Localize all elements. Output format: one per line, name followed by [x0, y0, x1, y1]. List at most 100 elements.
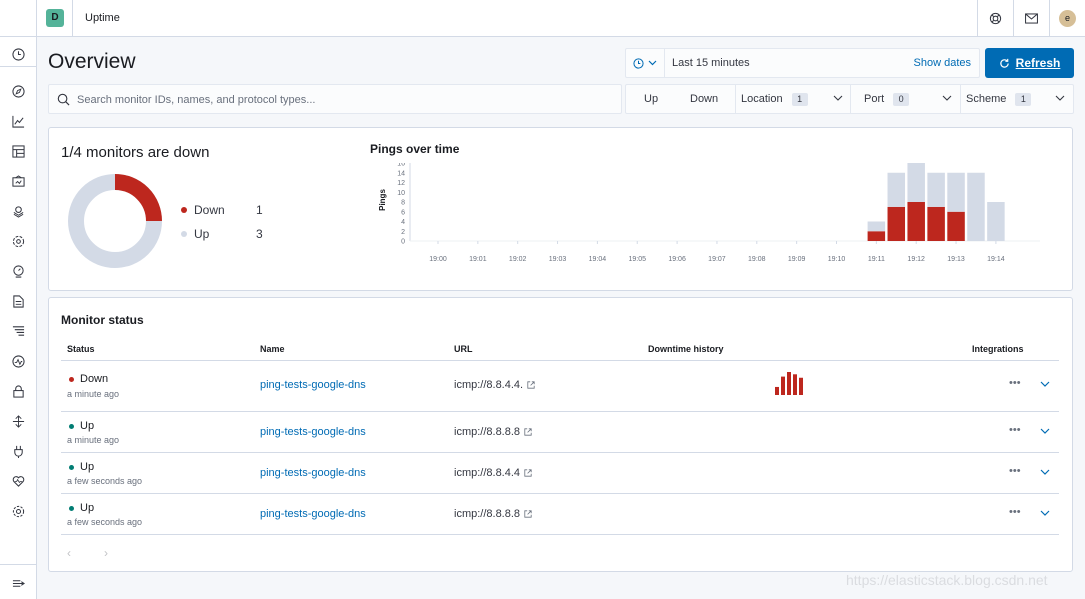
logs-icon[interactable] — [10, 293, 26, 309]
top-header: D Uptime e — [0, 0, 1085, 37]
status-up-icon — [69, 464, 74, 470]
column-header-url[interactable]: URL — [454, 344, 473, 354]
chevron-down-icon — [648, 60, 657, 66]
x-tick-label: 19:05 — [628, 256, 646, 263]
apm-icon[interactable] — [10, 323, 26, 339]
ml-icon[interactable] — [10, 233, 26, 249]
monitor-name-link[interactable]: ping-tests-google-dns — [260, 426, 366, 438]
snapshot-title: 1/4 monitors are down — [61, 144, 210, 161]
x-tick-label: 19:13 — [947, 256, 965, 263]
url-cell[interactable]: icmp://8.8.8.8 — [454, 508, 532, 520]
bar-segment — [907, 202, 925, 241]
snapshot-panel: 1/4 monitors are down Down 1 Up 3 Pings … — [48, 127, 1073, 291]
date-range-value[interactable]: Last 15 minutes — [672, 57, 750, 69]
mail-button[interactable] — [1013, 0, 1049, 37]
filter-down-button[interactable]: Down — [690, 85, 718, 113]
status-up-icon — [69, 505, 74, 511]
pagination-prev[interactable]: ‹ — [67, 546, 71, 560]
chevron-down-icon[interactable] — [1055, 94, 1065, 102]
pagination-next[interactable]: › — [104, 546, 108, 560]
url-link[interactable]: icmp://8.8.8.8 — [454, 426, 520, 438]
x-tick-label: 19:04 — [589, 256, 607, 263]
monitor-name-link[interactable]: ping-tests-google-dns — [260, 379, 366, 391]
y-tick-label: 6 — [401, 209, 405, 216]
legend-down-count: 1 — [256, 203, 263, 217]
show-dates-link[interactable]: Show dates — [914, 57, 971, 69]
scheme-filter[interactable]: Scheme 1 — [966, 85, 1032, 113]
avatar: e — [1059, 10, 1076, 27]
bar-segment — [867, 231, 886, 241]
maps-icon[interactable] — [10, 203, 26, 219]
filter-divider — [850, 85, 851, 113]
clock-icon[interactable] — [10, 46, 26, 62]
legend-down: Down — [181, 203, 225, 217]
collapse-icon[interactable] — [10, 575, 26, 591]
x-tick-label: 19:01 — [469, 256, 487, 263]
header-divider — [72, 0, 73, 37]
url-link[interactable]: icmp://8.8.8.8 — [454, 508, 520, 520]
date-picker: Last 15 minutes Show dates — [625, 48, 980, 78]
integrations-menu-icon[interactable]: ••• — [1009, 377, 1021, 389]
chevron-down-icon[interactable] — [942, 94, 952, 102]
url-link[interactable]: icmp://8.8.4.4 — [454, 467, 520, 479]
column-header-status[interactable]: Status — [67, 344, 95, 354]
chevron-down-icon[interactable] — [833, 94, 843, 102]
help-button[interactable] — [977, 0, 1013, 37]
monitor-name-link[interactable]: ping-tests-google-dns — [260, 508, 366, 520]
url-cell[interactable]: icmp://8.8.4.4 — [454, 467, 532, 479]
refresh-icon — [999, 58, 1009, 68]
port-label: Port — [864, 93, 885, 105]
external-link-icon — [524, 510, 532, 518]
status-cell: Up — [69, 420, 94, 432]
url-link[interactable]: icmp://8.8.4.4. — [454, 379, 523, 391]
bar-segment — [887, 206, 906, 241]
x-tick-label: 19:06 — [668, 256, 686, 263]
donut-down-segment — [114, 174, 162, 222]
siem-icon[interactable] — [10, 383, 26, 399]
user-menu-button[interactable]: e — [1049, 0, 1085, 37]
integrations-menu-icon[interactable]: ••• — [1009, 465, 1021, 477]
heartbeat-icon[interactable] — [10, 473, 26, 489]
monitor-status-panel: Monitor status Status Name URL Downtime … — [48, 297, 1073, 572]
expand-chevron-icon[interactable] — [1040, 381, 1050, 388]
expand-chevron-icon[interactable] — [1040, 510, 1050, 517]
filter-up-button[interactable]: Up — [644, 85, 658, 113]
dev-tools-icon[interactable] — [10, 413, 26, 429]
management-icon[interactable] — [10, 503, 26, 519]
menu-button[interactable] — [0, 0, 37, 37]
calendar-clock-icon — [633, 57, 644, 69]
compass-icon[interactable] — [10, 83, 26, 99]
monitor-status-title: Monitor status — [61, 313, 144, 327]
table-row: Up a few seconds ago ping-tests-google-d… — [61, 453, 1059, 494]
downtime-bar — [787, 372, 791, 395]
integrations-menu-icon[interactable]: ••• — [1009, 506, 1021, 518]
pings-over-time-chart: 0 2 4 6 8 10 12 14 16 Pings 19:00 19:01 19:02 19:03 19… — [378, 163, 1040, 263]
metrics-icon[interactable] — [10, 263, 26, 279]
integrations-menu-icon[interactable]: ••• — [1009, 424, 1021, 436]
quick-select-button[interactable] — [626, 49, 665, 77]
url-cell[interactable]: icmp://8.8.8.8 — [454, 426, 532, 438]
external-link-icon — [527, 381, 535, 389]
expand-chevron-icon[interactable] — [1040, 469, 1050, 476]
x-tick-label: 19:11 — [868, 256, 885, 263]
canvas-icon[interactable] — [10, 173, 26, 189]
column-header-name[interactable]: Name — [260, 344, 285, 354]
uptime-icon[interactable] — [10, 353, 26, 369]
dashboard-icon[interactable] — [10, 143, 26, 159]
monitor-name-link[interactable]: ping-tests-google-dns — [260, 467, 366, 479]
search-input[interactable] — [77, 91, 607, 109]
url-cell[interactable]: icmp://8.8.4.4. — [454, 379, 535, 391]
refresh-button[interactable]: Refresh — [985, 48, 1074, 78]
location-count: 1 — [791, 92, 808, 106]
expand-chevron-icon[interactable] — [1040, 428, 1050, 435]
x-tick-label: 19:14 — [987, 256, 1005, 263]
port-filter[interactable]: Port 0 — [864, 85, 910, 113]
y-axis-label: Pings — [378, 189, 387, 211]
bar-segment — [927, 172, 945, 207]
stack-monitoring-icon[interactable] — [10, 443, 26, 459]
column-header-integrations: Integrations — [972, 344, 1024, 354]
down-dot-icon — [181, 207, 187, 213]
visualize-icon[interactable] — [10, 113, 26, 129]
filter-divider — [960, 85, 961, 113]
space-avatar[interactable]: D — [46, 9, 64, 27]
